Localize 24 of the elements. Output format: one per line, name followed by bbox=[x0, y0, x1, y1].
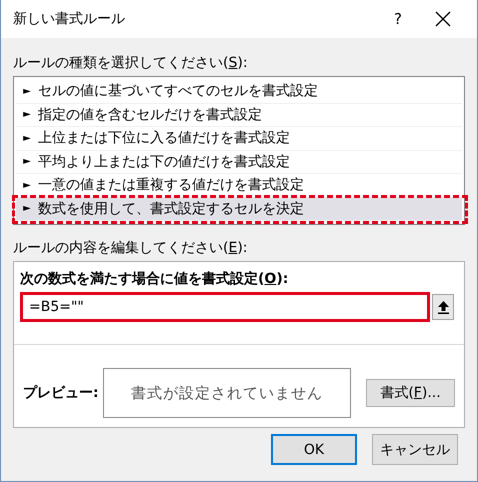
preview-sample: 書式が設定されていません bbox=[103, 368, 351, 418]
bullet-icon: ► bbox=[16, 156, 38, 168]
help-button[interactable]: ? bbox=[383, 10, 413, 28]
bullet-icon: ► bbox=[16, 86, 38, 97]
window-title: 新しい書式ルール bbox=[13, 10, 126, 28]
preview-label: プレビュー: bbox=[22, 384, 100, 402]
rule-type-label: ルールの種類を選択してください(S): bbox=[12, 54, 249, 73]
collapse-dialog-button[interactable] bbox=[432, 294, 454, 320]
bullet-icon: ► bbox=[16, 109, 38, 120]
ok-button[interactable]: OK bbox=[271, 434, 357, 465]
close-icon[interactable] bbox=[435, 11, 451, 27]
rule-edit-label: ルールの内容を編集してください(E): bbox=[12, 239, 249, 258]
bullet-icon: ► bbox=[16, 203, 38, 214]
format-button[interactable]: 書式(F)... bbox=[366, 379, 455, 407]
formula-label: 次の数式を満たす場合に値を書式設定(O): bbox=[20, 270, 290, 288]
bullet-icon: ► bbox=[16, 132, 38, 144]
formula-field[interactable]: =B5="" bbox=[20, 292, 430, 322]
cancel-button[interactable]: キャンセル bbox=[372, 434, 458, 465]
bullet-icon: ► bbox=[16, 180, 38, 191]
rule-type-item[interactable]: ► 上位または下位に入る値だけを書式設定 bbox=[16, 127, 462, 150]
rule-type-item[interactable]: ► 平均より上または下の値だけを書式設定 bbox=[16, 150, 462, 174]
rule-type-item[interactable]: ► セルの値に基づいてすべてのセルを書式設定 bbox=[16, 80, 462, 104]
up-arrow-icon bbox=[438, 300, 448, 314]
rule-type-item[interactable]: ► 指定の値を含むセルだけを書式設定 bbox=[16, 104, 462, 127]
